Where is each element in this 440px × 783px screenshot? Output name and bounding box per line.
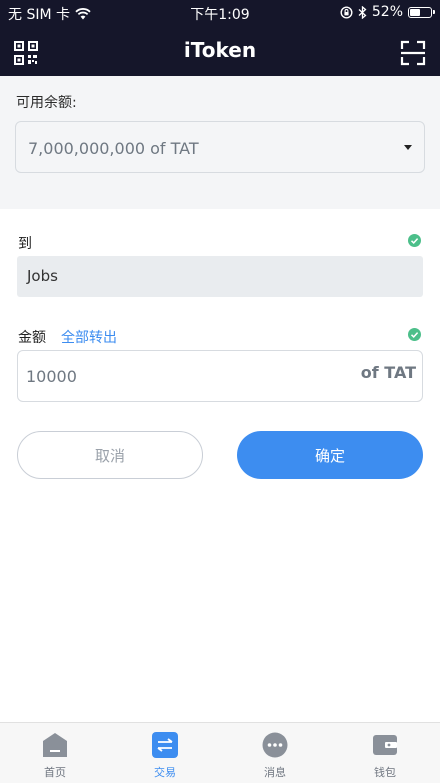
balance-label: 可用余额:: [16, 95, 77, 111]
tab-home-label: 首页: [44, 766, 66, 779]
amount-label: 金额: [18, 330, 46, 346]
chevron-down-icon: [404, 145, 412, 150]
amount-valid-check-icon: [408, 328, 421, 341]
amount-input[interactable]: 10000 of TAT: [17, 350, 423, 402]
recipient-value: Jobs: [27, 267, 58, 285]
tab-home[interactable]: 首页: [0, 723, 110, 783]
scan-button[interactable]: [400, 40, 426, 66]
tab-trade[interactable]: 交易: [110, 723, 220, 783]
recipient-field[interactable]: Jobs: [17, 256, 423, 297]
tab-trade-label: 交易: [154, 766, 176, 779]
battery-level: [410, 8, 420, 16]
top-header: 无 SIM 卡 下午1:09 52% iToken: [0, 0, 440, 76]
tab-messages-label: 消息: [264, 766, 286, 779]
balance-select[interactable]: 7,000,000,000 of TAT: [15, 121, 425, 173]
balance-section: 可用余额: 7,000,000,000 of TAT: [0, 76, 440, 209]
amount-value: 10000: [26, 367, 77, 386]
balance-value: 7,000,000,000 of TAT: [28, 139, 199, 158]
tab-wallet-label: 钱包: [374, 766, 396, 779]
battery-percent: 52%: [371, 4, 403, 20]
to-label: 到: [18, 236, 32, 252]
page-title: iToken: [183, 38, 257, 62]
transfer-all-link[interactable]: 全部转出: [61, 327, 117, 347]
to-valid-check-icon: [408, 234, 421, 247]
battery-icon: [408, 6, 435, 18]
tab-messages[interactable]: 消息: [220, 723, 330, 783]
cancel-button[interactable]: 取消: [17, 431, 203, 479]
tab-wallet[interactable]: 钱包: [330, 723, 440, 783]
status-bar: 无 SIM 卡 下午1:09 52%: [0, 0, 440, 24]
wallet-icon: [373, 735, 397, 755]
transfer-icon: [152, 732, 178, 758]
message-icon: [262, 732, 288, 758]
scan-icon: [400, 40, 426, 66]
confirm-button[interactable]: 确定: [237, 431, 423, 479]
tab-bar: 首页 交易 消息 钱包: [0, 722, 440, 783]
orientation-lock-icon: [340, 5, 353, 19]
status-right: 52%: [340, 4, 435, 20]
bluetooth-icon: [358, 5, 367, 19]
amount-unit: of TAT: [360, 363, 416, 382]
home-icon: [43, 733, 67, 757]
